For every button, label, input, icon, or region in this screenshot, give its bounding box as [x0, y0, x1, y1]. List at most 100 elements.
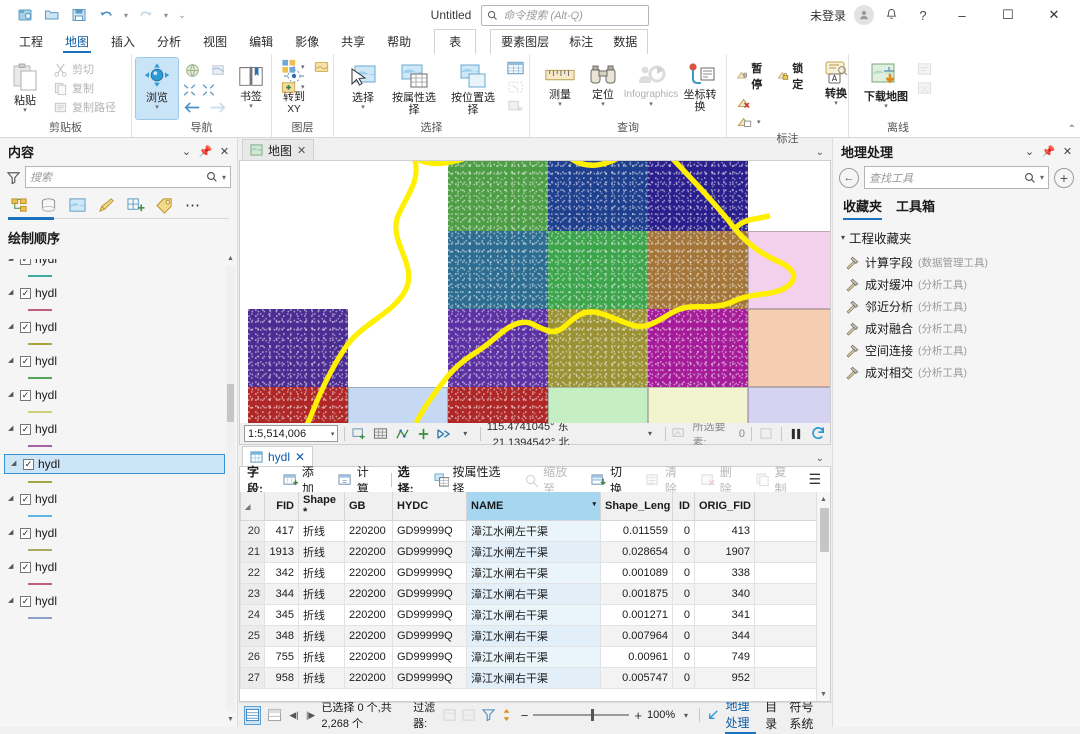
map-canvas[interactable]: [240, 161, 830, 423]
cell-gb[interactable]: 220200: [344, 562, 393, 584]
cell-orig_fid[interactable]: 1907: [694, 541, 755, 563]
grid-scroll-up-icon[interactable]: ▲: [819, 493, 828, 505]
measure-caret-icon[interactable]: ▾: [558, 101, 562, 108]
fixed-zoom-out-icon[interactable]: [200, 82, 217, 98]
expand-caret-icon[interactable]: ▾: [841, 233, 845, 242]
attribute-table[interactable]: ◢ FID Shape * GB HYDC NAME ▾ Shape_Leng ID ORIG_F…: [240, 492, 830, 689]
cell-fid[interactable]: 417: [264, 520, 299, 542]
grid-select-all-corner[interactable]: ◢: [240, 492, 265, 521]
layer-symbol[interactable]: [2, 474, 237, 490]
column-header-shape[interactable]: Shape *: [298, 492, 345, 521]
maximize-button[interactable]: ☐: [986, 0, 1030, 30]
layer-expand-caret-icon[interactable]: ◢: [8, 425, 16, 433]
table-row[interactable]: 20 417 折线 220200 GD99999Q 漳江水闸左干渠 0.011559 0 413: [240, 520, 830, 542]
ribbon-tab-view[interactable]: 视图: [192, 31, 238, 54]
layer-expand-caret-icon[interactable]: ◢: [8, 289, 16, 297]
redo-dropdown-caret-icon[interactable]: ▾: [160, 3, 172, 27]
layer-visibility-checkbox[interactable]: ✓: [20, 527, 31, 539]
notifications-bell-icon[interactable]: [876, 2, 906, 28]
layer-visibility-checkbox[interactable]: ✓: [23, 458, 34, 470]
ribbon-tab-edit[interactable]: 编辑: [238, 31, 284, 54]
cell-shape[interactable]: 折线: [298, 520, 345, 542]
row-number[interactable]: 24: [240, 604, 265, 626]
help-icon[interactable]: ?: [908, 2, 938, 28]
cell-name[interactable]: 漳江水闸右干渠: [466, 562, 601, 584]
save-icon[interactable]: [66, 3, 92, 27]
last-record-button[interactable]: |▶: [305, 706, 317, 725]
layer-item[interactable]: ◢ ✓ hydl: [2, 420, 223, 438]
add-preset-caret-icon[interactable]: ▾: [301, 83, 305, 91]
tool-search-input[interactable]: 查找工具 ▾: [864, 166, 1049, 189]
map-status-caret-icon[interactable]: ▾: [457, 425, 474, 443]
cell-gb[interactable]: 220200: [344, 667, 393, 689]
layer-visibility-checkbox[interactable]: ✓: [20, 595, 31, 607]
search-options-caret-icon[interactable]: ▾: [222, 173, 226, 182]
layer-item[interactable]: ◢ ✓ hydl: [2, 386, 223, 404]
tool-item[interactable]: 计算字段 (数据管理工具): [841, 251, 1074, 273]
row-number[interactable]: 27: [240, 667, 265, 689]
explore-button[interactable]: 浏览 ▾: [135, 57, 179, 120]
cell-shape[interactable]: 折线: [298, 604, 345, 626]
layer-expand-caret-icon[interactable]: ◢: [11, 460, 19, 468]
cell-id[interactable]: 0: [672, 646, 695, 668]
infographics-button[interactable]: Infographics ▾: [624, 58, 678, 110]
ribbon-tab-labeling[interactable]: 标注: [559, 30, 603, 54]
split-view-button[interactable]: [266, 706, 283, 725]
map-units-icon[interactable]: [436, 425, 453, 443]
download-map-button[interactable]: 下载地图 ▾: [859, 58, 913, 112]
select-by-attributes-button[interactable]: 按属性选择: [385, 58, 443, 118]
layer-expand-caret-icon[interactable]: ◢: [8, 323, 16, 331]
layer-expand-caret-icon[interactable]: ◢: [8, 259, 16, 263]
avatar[interactable]: [854, 5, 874, 25]
layer-item[interactable]: ◢ ✓ hydl: [2, 284, 223, 302]
cell-orig_fid[interactable]: 341: [694, 604, 755, 626]
more-labeling-caret-icon[interactable]: ▾: [757, 118, 761, 126]
bookmarks-caret-icon[interactable]: ▾: [249, 103, 253, 110]
infographics-caret-icon[interactable]: ▾: [649, 101, 653, 108]
layer-visibility-checkbox[interactable]: ✓: [20, 287, 31, 299]
zoom-out-icon[interactable]: −: [521, 708, 529, 723]
pause-drawing-button[interactable]: [788, 425, 805, 443]
paste-caret-icon[interactable]: ▾: [23, 107, 27, 114]
cell-name[interactable]: 漳江水闸右干渠: [466, 646, 601, 668]
map-view-tab-close-icon[interactable]: ✕: [297, 144, 306, 157]
explore-caret-icon[interactable]: ▾: [155, 104, 159, 111]
layer-expand-caret-icon[interactable]: ◢: [8, 529, 16, 537]
layer-item[interactable]: ◢ ✓ hydl: [2, 558, 223, 576]
cell-gb[interactable]: 220200: [344, 541, 393, 563]
zoom-preset-caret-icon[interactable]: ▾: [680, 706, 692, 725]
layer-item[interactable]: ◢ ✓ hydl: [4, 454, 225, 474]
select-button[interactable]: 选择 ▾: [342, 58, 384, 113]
geoprocessing-close-icon[interactable]: ✕: [1059, 142, 1076, 160]
ribbon-tab-analysis[interactable]: 分析: [146, 31, 192, 54]
cell-fid[interactable]: 958: [264, 667, 299, 689]
column-header-hydc[interactable]: HYDC: [392, 492, 467, 521]
cell-hydc[interactable]: GD99999Q: [392, 520, 467, 542]
cell-shape[interactable]: 折线: [298, 646, 345, 668]
select-by-location-button[interactable]: 按位置选择: [444, 58, 502, 118]
collapse-ribbon-icon[interactable]: ⌃: [1068, 124, 1076, 135]
new-project-icon[interactable]: [12, 3, 38, 27]
bottom-tab-symbology[interactable]: 符号系统: [789, 698, 820, 733]
cell-name[interactable]: 漳江水闸右干渠: [466, 625, 601, 647]
tool-item[interactable]: 成对相交 (分析工具): [841, 361, 1074, 383]
list-by-labeling-icon[interactable]: [153, 195, 175, 215]
layer-list[interactable]: ◢ ✓ hydl ◢ ✓ hydl ◢ ✓ hydl ◢ ✓ hydl ◢ ✓ hydl ◢ ✓ hydl ◢ ✓ hy…: [0, 250, 237, 727]
cell-fid[interactable]: 345: [264, 604, 299, 626]
cell-shape[interactable]: 折线: [298, 625, 345, 647]
cell-orig_fid[interactable]: 344: [694, 625, 755, 647]
cell-gb[interactable]: 220200: [344, 604, 393, 626]
command-search-box[interactable]: 命令搜索 (Alt-Q): [481, 4, 650, 26]
ribbon-tab-imagery[interactable]: 影像: [284, 31, 330, 54]
redo-icon[interactable]: [133, 3, 159, 27]
cell-hydc[interactable]: GD99999Q: [392, 562, 467, 584]
full-extent-button[interactable]: [181, 60, 203, 80]
sort-records-icon[interactable]: [501, 706, 512, 725]
layer-symbol[interactable]: [2, 336, 237, 352]
contents-pin-icon[interactable]: 📌: [197, 142, 214, 160]
cell-id[interactable]: 0: [672, 667, 695, 689]
map-canvas-container[interactable]: [239, 160, 831, 423]
list-by-snapping-icon[interactable]: [124, 195, 146, 215]
row-number[interactable]: 23: [240, 583, 265, 605]
previous-extent-arrow-icon[interactable]: [182, 100, 202, 115]
